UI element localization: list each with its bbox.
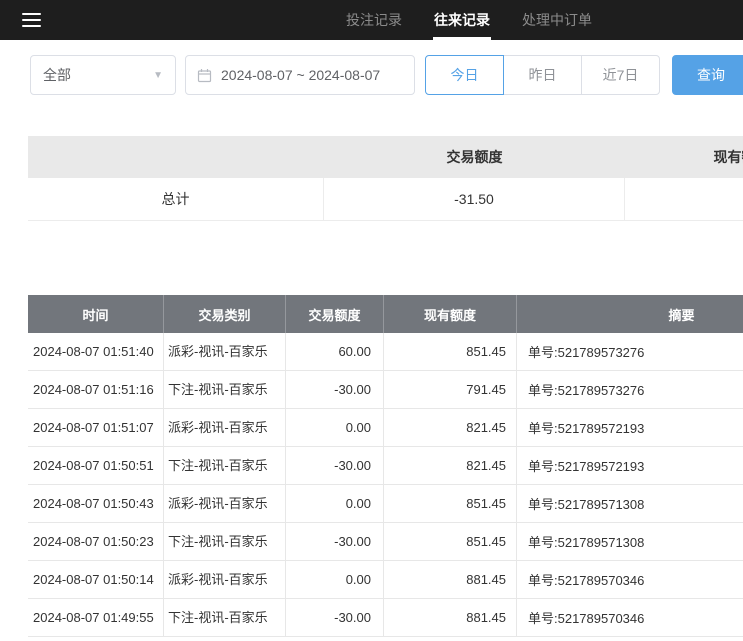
cell-amount: 0.00 <box>285 485 383 522</box>
header-amount: 交易额度 <box>285 295 383 333</box>
cell-category: 派彩-视讯-百家乐 <box>163 409 285 446</box>
cell-amount: -30.00 <box>285 447 383 484</box>
cell-summary: 单号:521789572193 <box>516 409 743 446</box>
filter-bar: 全部 ▼ 2024-08-07 ~ 2024-08-07 今日 昨日 近7日 查… <box>30 55 743 95</box>
top-navigation-bar: 投注记录 往来记录 处理中订单 <box>0 0 743 40</box>
cell-category: 派彩-视讯-百家乐 <box>163 333 285 370</box>
summary-header-balance: 现有额度 <box>625 147 743 167</box>
header-category: 交易类别 <box>163 295 285 333</box>
summary-total-balance <box>625 178 743 220</box>
cell-amount: 0.00 <box>285 561 383 598</box>
table-row: 2024-08-07 01:51:16 下注-视讯-百家乐 -30.00 791… <box>28 371 743 409</box>
table-row: 2024-08-07 01:50:23 下注-视讯-百家乐 -30.00 851… <box>28 523 743 561</box>
cell-amount: 0.00 <box>285 409 383 446</box>
table-row: 2024-08-07 01:50:43 派彩-视讯-百家乐 0.00 851.4… <box>28 485 743 523</box>
tab-transaction-records[interactable]: 往来记录 <box>418 0 506 40</box>
cell-balance: 851.45 <box>383 523 516 560</box>
table-row: 2024-08-07 01:50:14 派彩-视讯-百家乐 0.00 881.4… <box>28 561 743 599</box>
tab-processing-orders[interactable]: 处理中订单 <box>506 0 608 40</box>
cell-amount: 60.00 <box>285 333 383 370</box>
summary-total-amount: -31.50 <box>324 178 625 220</box>
cell-balance: 881.45 <box>383 561 516 598</box>
records-table: 时间 交易类别 交易额度 现有额度 摘要 2024-08-07 01:51:40… <box>28 295 743 637</box>
header-time: 时间 <box>28 295 163 333</box>
hamburger-menu-icon[interactable] <box>22 13 41 27</box>
last7days-button[interactable]: 近7日 <box>581 55 660 95</box>
today-button[interactable]: 今日 <box>425 55 504 95</box>
calendar-icon <box>197 68 212 83</box>
quick-date-buttons: 今日 昨日 近7日 <box>425 55 660 95</box>
cell-amount: -30.00 <box>285 523 383 560</box>
cell-category: 下注-视讯-百家乐 <box>163 447 285 484</box>
cell-summary: 单号:521789570346 <box>516 561 743 598</box>
query-button[interactable]: 查询 <box>672 55 743 95</box>
cell-summary: 单号:521789570346 <box>516 599 743 636</box>
cell-balance: 821.45 <box>383 409 516 446</box>
cell-summary: 单号:521789571308 <box>516 523 743 560</box>
cell-time: 2024-08-07 01:50:14 <box>28 561 163 598</box>
chevron-down-icon: ▼ <box>153 70 163 81</box>
table-row: 2024-08-07 01:50:51 下注-视讯-百家乐 -30.00 821… <box>28 447 743 485</box>
records-header-row: 时间 交易类别 交易额度 现有额度 摘要 <box>28 295 743 333</box>
cell-summary: 单号:521789573276 <box>516 371 743 408</box>
cell-balance: 851.45 <box>383 333 516 370</box>
tab-bet-records[interactable]: 投注记录 <box>330 0 418 40</box>
summary-total-label: 总计 <box>28 178 324 220</box>
cell-balance: 881.45 <box>383 599 516 636</box>
date-range-input[interactable]: 2024-08-07 ~ 2024-08-07 <box>185 55 415 95</box>
cell-category: 派彩-视讯-百家乐 <box>163 561 285 598</box>
cell-balance: 851.45 <box>383 485 516 522</box>
app-screen: 投注记录 往来记录 处理中订单 全部 ▼ 2024-08-07 ~ 2024-0… <box>0 0 743 641</box>
cell-balance: 791.45 <box>383 371 516 408</box>
cell-summary: 单号:521789572193 <box>516 447 743 484</box>
cell-amount: -30.00 <box>285 599 383 636</box>
summary-table: 交易额度 现有额度 总计 -31.50 <box>28 136 743 221</box>
header-summary: 摘要 <box>516 295 743 333</box>
cell-category: 下注-视讯-百家乐 <box>163 599 285 636</box>
cell-category: 下注-视讯-百家乐 <box>163 371 285 408</box>
cell-summary: 单号:521789571308 <box>516 485 743 522</box>
type-select[interactable]: 全部 ▼ <box>30 55 176 95</box>
cell-time: 2024-08-07 01:50:43 <box>28 485 163 522</box>
cell-balance: 821.45 <box>383 447 516 484</box>
cell-summary: 单号:521789573276 <box>516 333 743 370</box>
summary-header-amount: 交易额度 <box>324 147 625 167</box>
table-row: 2024-08-07 01:51:40 派彩-视讯-百家乐 60.00 851.… <box>28 333 743 371</box>
cell-category: 派彩-视讯-百家乐 <box>163 485 285 522</box>
cell-category: 下注-视讯-百家乐 <box>163 523 285 560</box>
summary-header-row: 交易额度 现有额度 <box>28 136 743 178</box>
table-row: 2024-08-07 01:51:07 派彩-视讯-百家乐 0.00 821.4… <box>28 409 743 447</box>
cell-time: 2024-08-07 01:51:07 <box>28 409 163 446</box>
cell-amount: -30.00 <box>285 371 383 408</box>
cell-time: 2024-08-07 01:49:55 <box>28 599 163 636</box>
cell-time: 2024-08-07 01:50:23 <box>28 523 163 560</box>
yesterday-button[interactable]: 昨日 <box>503 55 582 95</box>
type-select-value: 全部 <box>43 65 71 85</box>
table-row: 2024-08-07 01:49:55 下注-视讯-百家乐 -30.00 881… <box>28 599 743 637</box>
cell-time: 2024-08-07 01:51:40 <box>28 333 163 370</box>
cell-time: 2024-08-07 01:50:51 <box>28 447 163 484</box>
date-range-value: 2024-08-07 ~ 2024-08-07 <box>221 67 380 83</box>
header-balance: 现有额度 <box>383 295 516 333</box>
summary-total-row: 总计 -31.50 <box>28 178 743 221</box>
record-tabs: 投注记录 往来记录 处理中订单 <box>330 0 608 40</box>
cell-time: 2024-08-07 01:51:16 <box>28 371 163 408</box>
